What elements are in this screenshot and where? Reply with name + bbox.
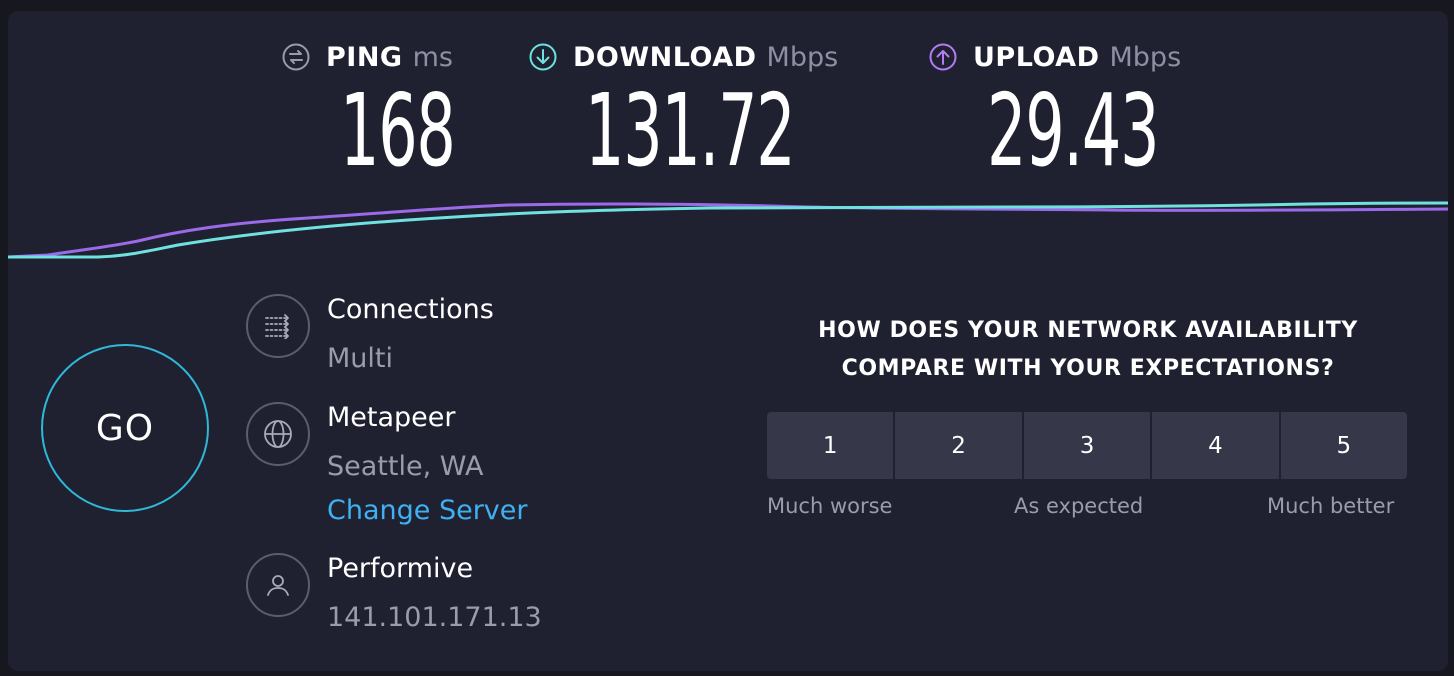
rating-button-3[interactable]: 3 bbox=[1023, 412, 1153, 479]
connections-value: Multi bbox=[327, 343, 393, 374]
upload-arrow-icon bbox=[929, 43, 957, 71]
download-arrow-icon bbox=[529, 43, 557, 71]
server-name: Metapeer bbox=[327, 402, 456, 433]
survey-question: HOW DOES YOUR NETWORK AVAILABILITY COMPA… bbox=[768, 312, 1408, 388]
download-unit: Mbps bbox=[766, 41, 839, 73]
download-metric: DOWNLOAD Mbps 131.72 bbox=[529, 39, 839, 181]
ping-value: 168 bbox=[340, 72, 456, 189]
speedtest-panel: PING ms 168 DOWNLOAD Mbps 131.72 UPLOAD … bbox=[8, 11, 1448, 671]
ping-icon bbox=[282, 43, 310, 71]
rating-button-2[interactable]: 2 bbox=[895, 412, 1024, 479]
provider-ip: 141.101.171.13 bbox=[327, 602, 542, 633]
server-location: Seattle, WA bbox=[327, 451, 484, 482]
rating-label-low: Much worse bbox=[767, 494, 893, 518]
globe-icon bbox=[246, 402, 310, 466]
survey-question-line1: HOW DOES YOUR NETWORK AVAILABILITY bbox=[818, 318, 1358, 343]
rating-button-5[interactable]: 5 bbox=[1280, 412, 1407, 479]
ping-label: PING bbox=[326, 41, 403, 73]
upload-unit: Mbps bbox=[1109, 41, 1182, 73]
upload-metric: UPLOAD Mbps 29.43 bbox=[929, 39, 1182, 181]
upload-graph-line bbox=[8, 202, 1448, 259]
rating-label-mid: As expected bbox=[1014, 494, 1144, 518]
upload-value: 29.43 bbox=[987, 72, 1160, 189]
change-server-link[interactable]: Change Server bbox=[327, 495, 528, 526]
rating-label-high: Much better bbox=[1267, 494, 1395, 518]
connections-title: Connections bbox=[327, 294, 494, 325]
rating-button-4[interactable]: 4 bbox=[1152, 412, 1281, 479]
provider-name: Performive bbox=[327, 553, 474, 584]
download-label: DOWNLOAD bbox=[573, 41, 757, 73]
ping-unit: ms bbox=[412, 41, 453, 73]
speed-graph bbox=[8, 201, 1448, 259]
go-button[interactable]: GO bbox=[41, 344, 209, 512]
user-icon[interactable] bbox=[246, 553, 310, 617]
connections-icon[interactable] bbox=[246, 294, 310, 358]
rating-button-1[interactable]: 1 bbox=[767, 412, 896, 479]
download-value: 131.72 bbox=[585, 72, 796, 189]
survey-question-line2: COMPARE WITH YOUR EXPECTATIONS? bbox=[841, 356, 1335, 381]
ping-metric: PING ms 168 bbox=[282, 39, 456, 181]
upload-label: UPLOAD bbox=[973, 41, 1100, 73]
rating-scale: 1 2 3 4 5 bbox=[767, 412, 1407, 479]
